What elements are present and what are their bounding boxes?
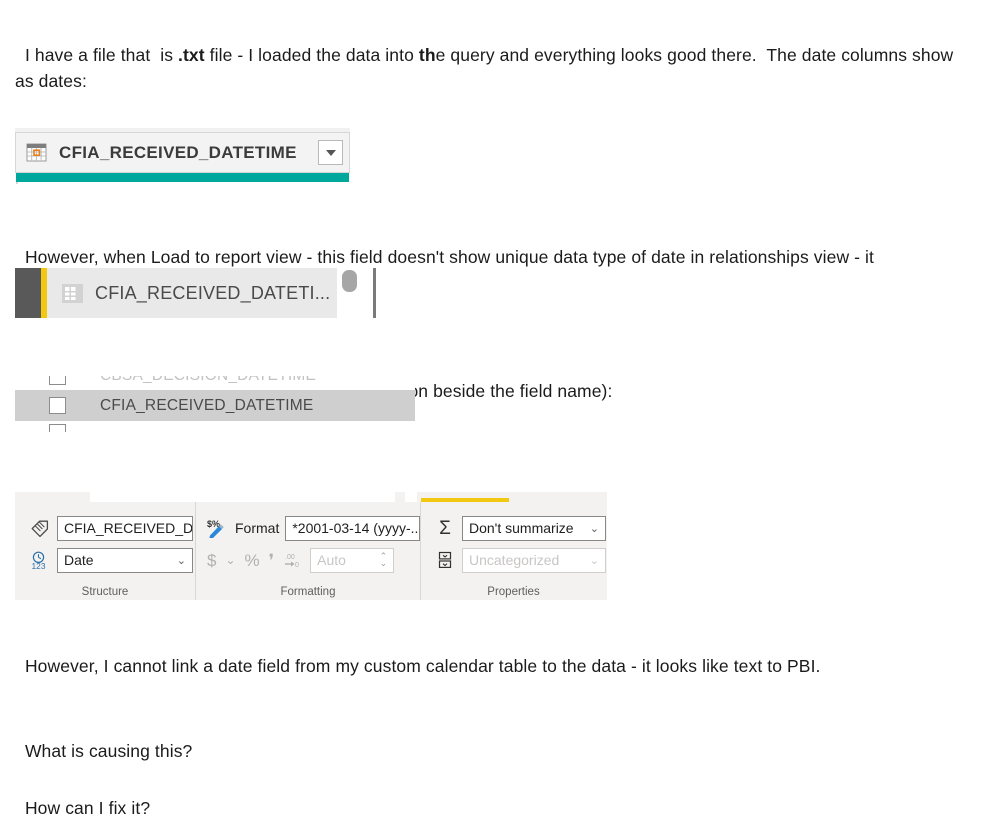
relationships-view-screenshot: CFIA_RECEIVED_DATETI... [15, 268, 383, 318]
sigma-summarize-icon: Σ [439, 517, 451, 539]
decimal-places-spinner[interactable]: Auto ⌃ ⌄ [310, 547, 395, 573]
relationship-field-name: CFIA_RECEIVED_DATETI... [95, 282, 331, 303]
ribbon-group-label: Structure [81, 586, 129, 598]
field-pane-row-clipped[interactable]: CBSA_DECISION_DATETIME [15, 376, 415, 391]
column-name-control[interactable]: CFIA_RECEIVED_DA... [29, 514, 195, 542]
summarization-value: Don't summarize [469, 520, 574, 536]
paragraph-cannot-link: However, I cannot link a date field from… [15, 627, 960, 679]
text-run: What is causing this? [24, 741, 193, 761]
paragraph-question-fix: How can I fix it? [15, 769, 515, 821]
data-category-control[interactable]: Uncategorized ⌄ [434, 546, 606, 574]
ribbon-group-label: Formatting [280, 586, 336, 598]
chevron-down-icon: ⌄ [176, 554, 186, 567]
field-pane-row-partial [15, 421, 415, 432]
svg-text:0: 0 [295, 562, 299, 568]
chevron-down-icon [325, 149, 336, 156]
ribbon-tab-inactive[interactable] [405, 492, 417, 502]
ribbon-group-formatting: $% Format *2001-03-14 (yyyy-... ⌄ $ ⌄ % … [195, 502, 420, 600]
text-run: I have a file that is [24, 45, 179, 65]
format-percent-icon: $% [207, 517, 229, 539]
summarization-dropdown[interactable]: Don't summarize ⌄ [462, 515, 606, 541]
field-pane-field-name: CFIA_RECEIVED_DATETIME [100, 396, 314, 414]
format-control[interactable]: $% Format *2001-03-14 (yyyy-... ⌄ [207, 514, 420, 542]
percent-icon[interactable]: % [245, 552, 260, 569]
chevron-down-icon: ⌄ [589, 554, 599, 567]
relationship-table-header-block [15, 268, 41, 318]
summarization-control[interactable]: Σ Don't summarize ⌄ [434, 514, 606, 542]
chevron-down-icon[interactable]: ⌄ [380, 559, 388, 568]
format-label: Format [235, 520, 280, 536]
decimal-places-value: Auto [317, 552, 346, 568]
svg-text:123: 123 [32, 561, 46, 570]
field-pane-row-selected[interactable]: CFIA_RECEIVED_DATETIME [15, 390, 415, 421]
number-formatting-buttons: $ ⌄ % ❜ .00 0 Auto ⌃ ⌄ [207, 546, 420, 574]
data-category-value: Uncategorized [469, 552, 560, 568]
paragraph-question-cause: What is causing this? [15, 712, 515, 764]
text-run: How can I fix it? [24, 798, 151, 818]
ribbon-group-properties: Σ Don't summarize ⌄ Uncategorized ⌄ Prop… [420, 502, 606, 600]
data-type-value: Date [64, 552, 94, 568]
data-type-dropdown[interactable]: Date ⌄ [57, 547, 193, 573]
ribbon-group-structure: CFIA_RECEIVED_DA... 123 Date ⌄ Structure [15, 502, 195, 600]
decrease-decimal-icon[interactable]: .00 0 [283, 552, 301, 568]
column-filter-dropdown-button[interactable] [318, 140, 343, 165]
text-run-bold: .txt [178, 45, 205, 65]
chevron-down-icon[interactable]: ⌄ [225, 554, 235, 566]
query-column-name: CFIA_RECEIVED_DATETIME [59, 142, 297, 162]
data-type-control[interactable]: 123 Date ⌄ [29, 546, 195, 574]
query-column-header-cell[interactable]: CFIA_RECEIVED_DATETIME [15, 132, 350, 173]
thousands-separator-icon[interactable]: ❜ [269, 552, 274, 569]
column-name-textbox[interactable]: CFIA_RECEIVED_DA... [57, 515, 193, 541]
query-editor-column-header-screenshot: CFIA_RECEIVED_DATETIME [15, 128, 350, 184]
ribbon-group-label: Properties [487, 586, 540, 598]
query-header-edge [16, 182, 18, 184]
ribbon-groups: CFIA_RECEIVED_DA... 123 Date ⌄ Structure [15, 502, 607, 600]
paragraph-intro: I have a file that is .txt file - I load… [15, 16, 960, 94]
tag-icon [29, 517, 51, 539]
checkbox-unchecked-icon[interactable] [49, 424, 66, 432]
data-category-icon [434, 549, 456, 571]
text-run-bold: th [418, 45, 436, 65]
text-run: However, I cannot link a date field from… [24, 656, 821, 676]
svg-text:.00: .00 [285, 554, 295, 561]
calendar-date-icon [26, 142, 47, 163]
format-dropdown[interactable]: *2001-03-14 (yyyy-... ⌄ [285, 515, 420, 541]
format-value: *2001-03-14 (yyyy-... [292, 520, 420, 536]
relationship-card-scrollbar-thumb[interactable] [342, 270, 357, 292]
spinner-arrows-icon[interactable]: ⌃ ⌄ [380, 552, 388, 568]
checkbox-unchecked-icon[interactable] [49, 397, 66, 414]
report-field-pane-screenshot: CBSA_DECISION_DATETIME CFIA_RECEIVED_DAT… [15, 376, 415, 432]
checkbox-unchecked-icon[interactable] [49, 376, 66, 385]
relationship-field-row[interactable]: CFIA_RECEIVED_DATETI... [47, 268, 337, 318]
ribbon-tab-strip [15, 492, 607, 502]
column-tools-ribbon-screenshot: CFIA_RECEIVED_DA... 123 Date ⌄ Structure [15, 492, 607, 600]
text-run: file - I loaded the data into [204, 45, 419, 65]
table-grid-icon [62, 283, 83, 303]
field-pane-field-name: CBSA_DECISION_DATETIME [100, 376, 316, 385]
currency-icon[interactable]: $ [207, 552, 216, 569]
data-type-123-icon: 123 [29, 549, 51, 571]
relationship-view-divider [373, 268, 376, 318]
chevron-down-icon: ⌄ [589, 522, 599, 535]
query-data-quality-bar [16, 173, 349, 182]
ribbon-tab-inactive[interactable] [90, 492, 395, 502]
data-category-dropdown[interactable]: Uncategorized ⌄ [462, 547, 606, 573]
